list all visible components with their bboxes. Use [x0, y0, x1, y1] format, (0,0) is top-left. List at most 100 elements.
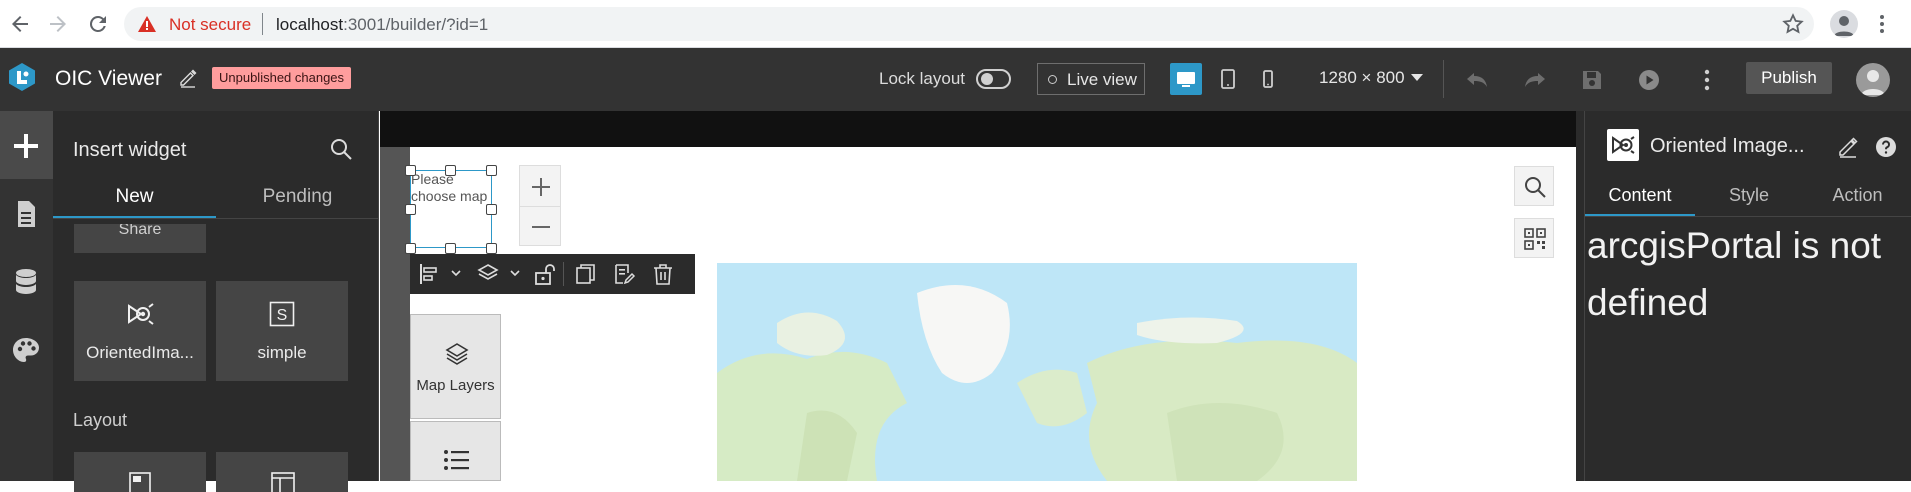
browser-toolbar: Not secure localhost:3001/builder/?id=1: [0, 0, 1911, 48]
align-icon[interactable]: [418, 262, 440, 286]
widget-card-oriented-imagery[interactable]: OrientedIma...: [74, 281, 206, 381]
resize-handle[interactable]: [405, 243, 416, 254]
widget-card-share[interactable]: Share: [74, 224, 206, 253]
bookmark-star-icon[interactable]: [1782, 13, 1804, 35]
pencil-icon[interactable]: [178, 68, 198, 88]
svg-text:S: S: [277, 307, 288, 324]
tab-style[interactable]: Style: [1695, 177, 1803, 217]
desktop-device-button[interactable]: [1170, 63, 1202, 95]
palette-icon: [13, 338, 39, 362]
tablet-device-button[interactable]: [1212, 63, 1244, 95]
layers-order-icon[interactable]: [476, 262, 500, 286]
back-arrow-icon[interactable]: [8, 12, 32, 36]
map-search-button[interactable]: [1514, 166, 1554, 206]
live-view-radio-icon: [1048, 75, 1057, 84]
profile-avatar-icon[interactable]: [1830, 10, 1858, 38]
resize-handle[interactable]: [405, 204, 416, 215]
help-icon[interactable]: [1875, 136, 1897, 158]
preview-play-icon[interactable]: [1636, 67, 1662, 93]
app-header: OIC Viewer Unpublished changes Lock layo…: [0, 48, 1911, 111]
zoom-out-icon[interactable]: [530, 216, 552, 238]
zoom-in-icon[interactable]: [530, 176, 552, 198]
database-icon: [16, 269, 36, 294]
widget-card-label: simple: [257, 343, 307, 362]
publish-button[interactable]: Publish: [1746, 62, 1832, 94]
panel-title: Insert widget: [73, 139, 187, 161]
rail-data[interactable]: [0, 247, 53, 315]
unpublished-badge: Unpublished changes: [212, 67, 352, 89]
toolbar-separator: [563, 262, 564, 286]
warning-triangle-icon: [138, 16, 156, 32]
pencil-icon[interactable]: [1837, 136, 1859, 158]
sidebar-layout-icon: [271, 472, 295, 492]
address-bar[interactable]: Not secure localhost:3001/builder/?id=1: [124, 7, 1814, 41]
resolution-dropdown[interactable]: 1280 × 800: [1319, 68, 1405, 88]
live-view-label: Live view: [1067, 70, 1137, 89]
error-message: arcgisPortal is not defined: [1587, 225, 1882, 323]
url-host: localhost: [276, 15, 344, 34]
undo-icon[interactable]: [1464, 67, 1490, 93]
caret-down-icon[interactable]: [1410, 73, 1424, 83]
simple-s-icon: S: [269, 301, 295, 327]
chevron-down-icon[interactable]: [509, 268, 521, 280]
map-view[interactable]: [717, 263, 1357, 481]
url-path: :3001/builder/?id=1: [343, 15, 489, 34]
forward-arrow-icon[interactable]: [46, 12, 70, 36]
tab-content[interactable]: Content: [1585, 177, 1695, 217]
selected-widget-frame[interactable]: Please choose map: [410, 170, 492, 248]
zoom-separator: [520, 206, 560, 207]
map-layers-widget[interactable]: Map Layers: [410, 314, 501, 419]
left-rail: [0, 111, 53, 481]
kebab-menu-icon[interactable]: [1870, 12, 1894, 36]
unlock-icon[interactable]: [532, 262, 556, 286]
duplicate-icon[interactable]: [574, 262, 598, 286]
toggle-knob: [981, 73, 993, 85]
redo-icon[interactable]: [1522, 67, 1548, 93]
resize-handle[interactable]: [486, 165, 497, 176]
widget-toolbar: [410, 254, 695, 294]
canvas-scrollbar[interactable]: [1576, 111, 1584, 481]
lock-layout-toggle[interactable]: [976, 69, 1011, 89]
zoom-controls: [519, 165, 561, 246]
rail-theme[interactable]: [0, 315, 53, 383]
page-icon: [18, 201, 35, 227]
widget-card-label: Share: [118, 224, 162, 238]
legend-widget[interactable]: [410, 421, 501, 481]
more-options-icon[interactable]: [1694, 67, 1720, 93]
layout-section-label: Layout: [73, 410, 128, 430]
save-icon[interactable]: [1579, 67, 1605, 93]
rail-insert-widget[interactable]: [0, 111, 53, 179]
experience-builder-logo-icon[interactable]: [7, 62, 37, 92]
trash-icon[interactable]: [651, 262, 675, 286]
basemap-image: [717, 263, 1357, 481]
search-icon[interactable]: [329, 137, 353, 161]
widget-card-layout-column[interactable]: [74, 452, 206, 492]
security-label[interactable]: Not secure: [169, 15, 251, 35]
widget-card-simple[interactable]: S simple: [216, 281, 348, 381]
insert-widget-panel: Insert widget New Pending Share Oriented…: [53, 111, 379, 492]
layers-icon: [444, 341, 470, 367]
resize-handle[interactable]: [486, 243, 497, 254]
resize-handle[interactable]: [486, 204, 497, 215]
oriented-imagery-icon: [1607, 129, 1639, 161]
live-view-button[interactable]: Live view: [1037, 63, 1145, 95]
tab-pending[interactable]: Pending: [216, 179, 379, 219]
rail-page[interactable]: [0, 179, 53, 247]
resize-handle[interactable]: [445, 243, 456, 254]
user-avatar-icon[interactable]: [1856, 63, 1890, 97]
map-qr-button[interactable]: [1514, 218, 1554, 258]
chevron-down-icon[interactable]: [450, 268, 462, 280]
phone-device-button[interactable]: [1252, 63, 1284, 95]
widget-card-layout-sidebar[interactable]: [216, 452, 348, 492]
plus-icon: [14, 134, 38, 158]
list-icon: [443, 448, 471, 472]
reload-icon[interactable]: [86, 12, 110, 36]
widget-card-label: OrientedIma...: [86, 343, 194, 362]
resize-handle[interactable]: [405, 165, 416, 176]
resize-handle[interactable]: [445, 165, 456, 176]
tab-new[interactable]: New: [53, 179, 216, 219]
edit-settings-icon[interactable]: [612, 262, 636, 286]
qr-code-icon: [1524, 228, 1546, 250]
tab-action[interactable]: Action: [1803, 177, 1911, 217]
url-text[interactable]: localhost:3001/builder/?id=1: [276, 15, 488, 35]
